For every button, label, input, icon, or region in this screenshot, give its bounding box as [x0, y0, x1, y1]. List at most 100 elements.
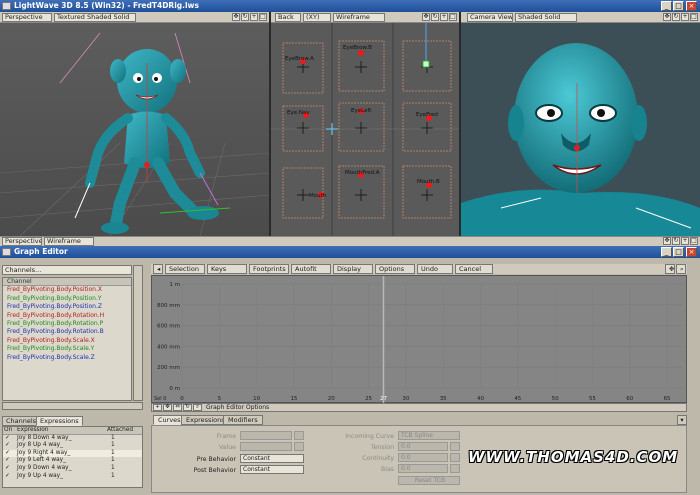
viewport2-shading-dropdown[interactable]: Wireframe: [333, 13, 385, 22]
viewport3-shading-dropdown[interactable]: Shaded Solid: [515, 13, 577, 22]
tension-spin[interactable]: [450, 442, 460, 451]
back-viewport[interactable]: EyeBrow.A EyeBrow.B Eye.Nav EyeLeft EyeF…: [271, 23, 459, 236]
viewport2-axis-dropdown[interactable]: (XY): [303, 13, 331, 22]
maximize-view-icon[interactable]: □: [259, 13, 267, 21]
tab-expressions[interactable]: Expressions: [36, 416, 83, 426]
perspective-viewport[interactable]: [0, 23, 269, 236]
pre-behavior-select[interactable]: Constant: [240, 454, 304, 463]
move-icon[interactable]: ✥: [422, 13, 430, 21]
check-icon[interactable]: ✓: [5, 465, 10, 473]
tab-channels[interactable]: Channels: [2, 416, 41, 426]
check-icon[interactable]: ✓: [5, 442, 10, 450]
rotate-icon[interactable]: ↻: [672, 237, 680, 245]
move-icon[interactable]: ✥: [663, 13, 671, 21]
channel-item[interactable]: Fred_ByPivoting.Body.Position.X: [3, 286, 131, 294]
face-controls-scene: EyeBrow.A EyeBrow.B Eye.Nav EyeLeft EyeF…: [271, 23, 459, 236]
maximize-view-icon[interactable]: □: [449, 13, 457, 21]
scale-key-icon[interactable]: ⇔: [173, 404, 182, 411]
channel-item[interactable]: Fred_ByPivoting.Body.Scale.Y: [3, 345, 131, 353]
channels-dropdown[interactable]: Channels...: [2, 265, 132, 275]
expression-item[interactable]: ✓ Joy 9 Up 4 way_ 1: [3, 473, 142, 481]
post-behavior-select[interactable]: Constant: [240, 465, 304, 474]
channel-item[interactable]: Fred_ByPivoting.Body.Scale.Z: [3, 354, 131, 362]
maximize-button[interactable]: □: [673, 1, 684, 11]
menu-undo[interactable]: Undo: [417, 264, 453, 274]
lower-shading-dropdown[interactable]: Wireframe: [44, 237, 94, 246]
move-key-icon[interactable]: ✥: [163, 404, 172, 411]
roll-key-icon[interactable]: ↻: [183, 404, 192, 411]
camera-viewport[interactable]: [461, 23, 700, 236]
move-icon[interactable]: ✥: [232, 13, 240, 21]
zoom-icon[interactable]: +: [250, 13, 258, 21]
menu-selection[interactable]: Selection: [165, 264, 205, 274]
frame-spin[interactable]: [294, 431, 304, 440]
close-button[interactable]: ×: [686, 1, 697, 11]
tension-field[interactable]: 0.0: [398, 442, 448, 451]
lower-view-dropdown[interactable]: Perspective: [2, 237, 42, 246]
rotate-icon[interactable]: ↻: [241, 13, 249, 21]
bias-spin[interactable]: [450, 464, 460, 473]
frame-field[interactable]: [240, 431, 292, 440]
value-field[interactable]: [240, 442, 292, 451]
ge-minimize-button[interactable]: _: [661, 247, 672, 257]
expression-list-header: On Expression Attached: [3, 427, 142, 435]
menu-autofit[interactable]: Autofit: [291, 264, 331, 274]
menu-keys[interactable]: Keys: [207, 264, 247, 274]
viewport1-view-dropdown[interactable]: Perspective: [2, 13, 52, 22]
expression-item[interactable]: ✓ Joy 8 Up 4 way_ 1: [3, 442, 142, 450]
rotate-icon[interactable]: ↻: [672, 13, 680, 21]
add-key-icon[interactable]: +: [153, 404, 162, 411]
move-icon[interactable]: ✥: [663, 237, 671, 245]
reset-tcb-button[interactable]: Reset TCB: [398, 476, 460, 485]
graph-area[interactable]: 1 m 800 mm 600 mm 400 mm 200 mm 0 m 0 5 10 15 20 25…: [151, 275, 687, 404]
zoom-icon[interactable]: +: [681, 237, 689, 245]
expression-item[interactable]: ✓ Joy 9 Left 4 way_ 1: [3, 457, 142, 465]
check-icon[interactable]: ✓: [5, 450, 10, 458]
channel-item[interactable]: Fred_ByPivoting.Body.Position.Y: [3, 295, 131, 303]
expression-item[interactable]: ✓ Joy 9 Down 4 way_ 1: [3, 465, 142, 473]
viewport2-view-dropdown[interactable]: Back: [275, 13, 301, 22]
menu-footprints[interactable]: Footprints: [249, 264, 289, 274]
check-icon[interactable]: ✓: [5, 473, 10, 481]
ge-close-button[interactable]: ×: [686, 247, 697, 257]
prev-icon[interactable]: ◂: [153, 264, 163, 274]
viewport3-view-dropdown[interactable]: Camera View: [467, 13, 513, 22]
graph-editor-options[interactable]: Graph Editor Options: [206, 404, 269, 411]
check-icon[interactable]: ✓: [5, 435, 10, 443]
continuity-field[interactable]: 0.0: [398, 453, 448, 462]
panel-dropdown-icon[interactable]: ▾: [677, 415, 687, 425]
channel-item[interactable]: Fred_ByPivoting.Body.Rotation.P: [3, 320, 131, 328]
perspective-scene: [0, 32, 269, 236]
continuity-spin[interactable]: [450, 453, 460, 462]
check-icon[interactable]: ✓: [5, 457, 10, 465]
zoom-key-icon[interactable]: ⌕: [193, 404, 202, 411]
maximize-view-icon[interactable]: □: [690, 13, 698, 21]
ge-maximize-button[interactable]: □: [673, 247, 684, 257]
channel-item[interactable]: Fred_ByPivoting.Body.Position.Z: [3, 303, 131, 311]
incoming-curve-select[interactable]: TCB Spline: [398, 431, 460, 440]
zoom-icon[interactable]: +: [681, 13, 689, 21]
menu-display[interactable]: Display: [333, 264, 373, 274]
tab-modifiers[interactable]: Modifiers: [223, 415, 263, 425]
expression-item[interactable]: ✓ Joy 9 Right 4 way_ 1: [3, 449, 142, 458]
menu-cancel[interactable]: Cancel: [455, 264, 493, 274]
value-spin[interactable]: [294, 442, 304, 451]
menu-options[interactable]: Options: [375, 264, 415, 274]
left-tabs: Channels Expressions: [2, 416, 143, 426]
channel-item[interactable]: Fred_ByPivoting.Body.Scale.X: [3, 337, 131, 345]
channel-item[interactable]: Fred_ByPivoting.Body.Rotation.H: [3, 312, 131, 320]
channel-list-scrollbar[interactable]: [133, 265, 143, 401]
zoom-icon[interactable]: +: [440, 13, 448, 21]
expression-name: Joy 9 Right 4 way_: [17, 449, 71, 456]
channel-list-hscrollbar[interactable]: [2, 402, 143, 410]
minimize-button[interactable]: _: [661, 1, 672, 11]
control-label: EyeBrow.B: [343, 45, 372, 51]
maximize-view-icon[interactable]: □: [690, 237, 698, 245]
bias-field[interactable]: 0.0: [398, 464, 448, 473]
zoom-graph-icon[interactable]: ⌕: [676, 264, 686, 274]
expression-item[interactable]: ✓ Joy 8 Down 4 way_ 1: [3, 435, 142, 443]
rotate-icon[interactable]: ↻: [431, 13, 439, 21]
pan-icon[interactable]: ✥: [665, 264, 675, 274]
channel-item[interactable]: Fred_ByPivoting.Body.Rotation.B: [3, 328, 131, 336]
viewport1-shading-dropdown[interactable]: Textured Shaded Solid: [54, 13, 136, 22]
